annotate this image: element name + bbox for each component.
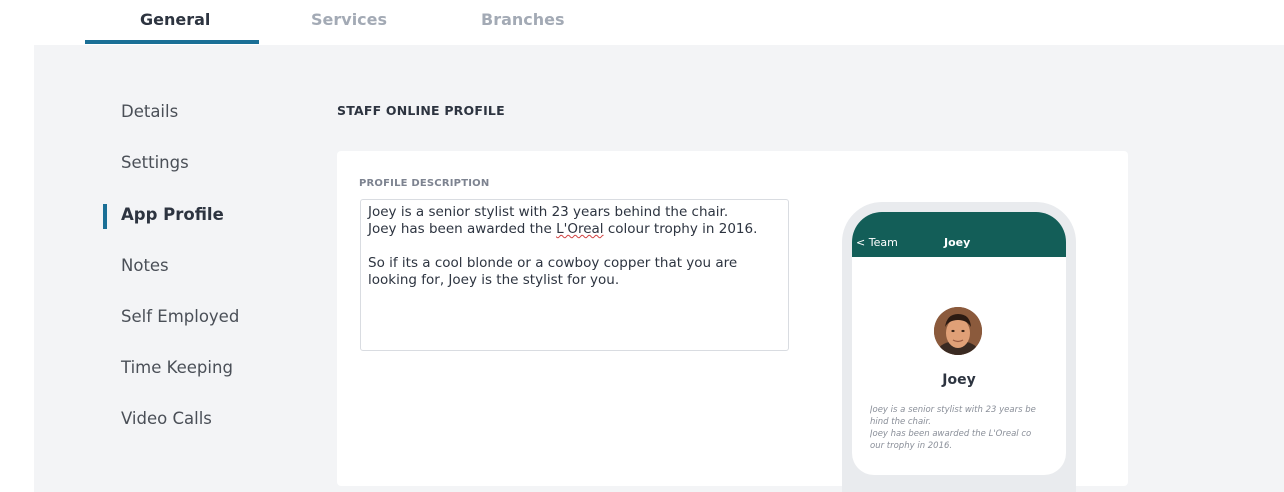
misspelled-word: L'Oreal: [556, 221, 604, 237]
tab-services[interactable]: Services: [311, 10, 387, 29]
description-line-2-start: Joey has been awarded the: [368, 221, 557, 237]
preview-header: < Team Joey: [852, 212, 1066, 257]
tab-branches[interactable]: Branches: [481, 10, 565, 29]
avatar: [934, 307, 982, 355]
sidenav-item-app-profile[interactable]: App Profile: [121, 205, 224, 224]
active-tab-indicator: [85, 40, 259, 44]
profile-description-label: PROFILE DESCRIPTION: [359, 178, 490, 189]
description-line-1: Joey is a senior stylist with 23 years b…: [368, 204, 729, 220]
top-tab-bar: General Services Branches: [0, 0, 1284, 45]
section-title: STAFF ONLINE PROFILE: [337, 103, 505, 118]
description-line-2-end: colour trophy in 2016.: [603, 221, 758, 237]
sidenav-item-self-employed[interactable]: Self Employed: [121, 307, 239, 326]
sidenav-item-notes[interactable]: Notes: [121, 256, 169, 275]
phone-preview-screen: < Team Joey Joey Joey is a senior stylis…: [852, 212, 1066, 475]
description-line-3: So if its a cool blonde or a cowboy copp…: [368, 255, 742, 288]
preview-back-link[interactable]: < Team: [856, 236, 898, 249]
profile-description-textarea[interactable]: Joey is a senior stylist with 23 years b…: [360, 199, 789, 351]
sidenav-item-video-calls[interactable]: Video Calls: [121, 409, 212, 428]
preview-name: Joey: [942, 372, 976, 388]
tab-general[interactable]: General: [140, 10, 210, 29]
sidenav-item-settings[interactable]: Settings: [121, 153, 189, 172]
sidenav-active-indicator: [103, 204, 107, 229]
preview-header-title: Joey: [944, 236, 971, 249]
sidenav-item-details[interactable]: Details: [121, 102, 178, 121]
avatar-image: [934, 307, 982, 355]
preview-description: Joey is a senior stylist with 23 years b…: [870, 405, 1036, 451]
sidenav-item-time-keeping[interactable]: Time Keeping: [121, 358, 233, 377]
